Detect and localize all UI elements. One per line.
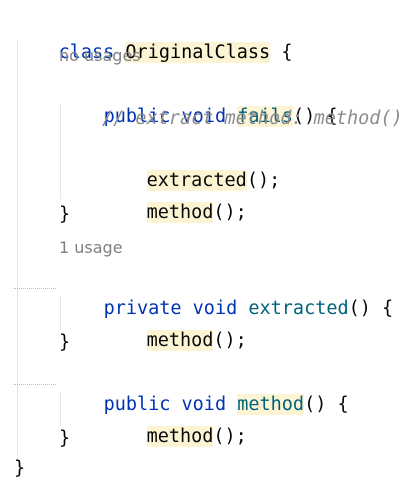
indent-guide-class: [17, 40, 18, 460]
code-line-method-declaration[interactable]: public void method() {: [59, 360, 349, 415]
class-name[interactable]: OriginalClass: [125, 42, 271, 63]
call-method[interactable]: method: [146, 202, 214, 223]
call-tail: ();: [213, 426, 247, 447]
code-line-extracted-call-method[interactable]: method();: [102, 296, 247, 351]
call-tail: ();: [213, 202, 247, 223]
signature-tail: () {: [348, 298, 394, 319]
code-line-fails-declaration[interactable]: public void fails() {: [59, 72, 338, 127]
call-tail: ();: [246, 170, 281, 191]
method-name-method[interactable]: method: [237, 394, 305, 415]
method-name-extracted[interactable]: extracted: [248, 298, 348, 319]
code-line-comment[interactable]: // extract method: method(): [102, 104, 403, 134]
call-tail: ();: [213, 330, 247, 351]
gutter-underline-method: [14, 381, 56, 385]
call-method[interactable]: method: [146, 426, 214, 447]
gutter-underline-extracted: [14, 285, 56, 289]
code-editor[interactable]: class OriginalClass { no usages public v…: [0, 0, 419, 501]
code-line-call-extracted[interactable]: extracted();: [102, 136, 280, 191]
call-method[interactable]: method: [146, 330, 214, 351]
code-line-method-close[interactable]: }: [59, 424, 70, 454]
code-line-extracted-declaration[interactable]: private void extracted() {: [59, 264, 394, 319]
usages-hint-extracted[interactable]: 1 usage: [59, 236, 123, 260]
code-line-class-declaration[interactable]: class OriginalClass {: [14, 8, 292, 63]
code-line-class-close[interactable]: }: [14, 454, 25, 484]
code-line-method-call-method[interactable]: method();: [102, 392, 247, 447]
class-open-brace: {: [281, 42, 293, 63]
usages-hint-fails[interactable]: no usages: [59, 44, 141, 68]
code-line-call-method[interactable]: method();: [102, 168, 247, 223]
signature-tail: () {: [304, 394, 349, 415]
code-line-extracted-close[interactable]: }: [59, 328, 70, 358]
code-line-fails-close[interactable]: }: [59, 200, 70, 230]
